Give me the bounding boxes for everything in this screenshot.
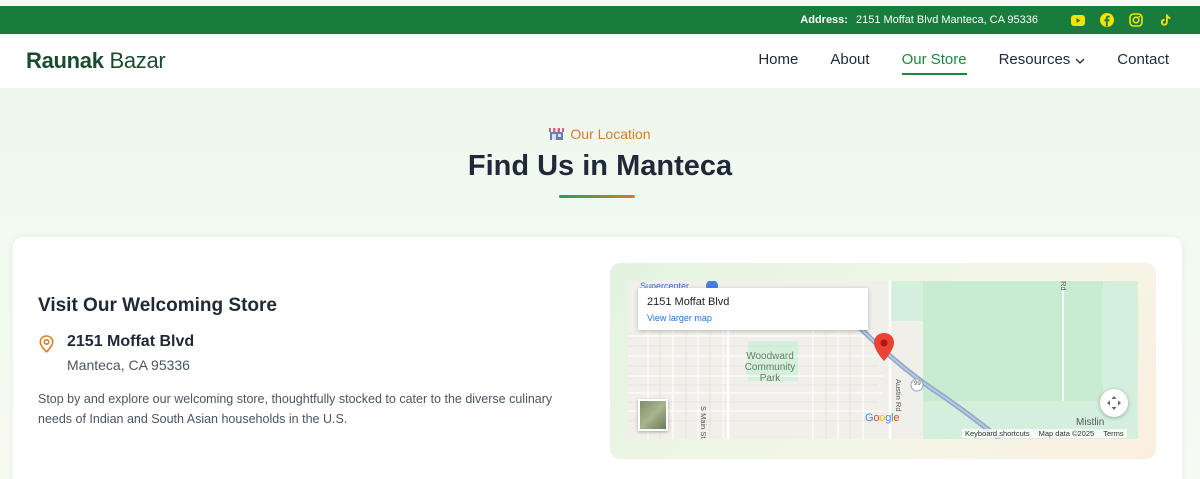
terms-link[interactable]: Terms	[1103, 429, 1123, 438]
nav-about[interactable]: About	[830, 51, 869, 68]
map-frame: Supercenter 2151 Moffat Blvd View larger…	[610, 263, 1156, 459]
store-card: Visit Our Welcoming Store 2151 Moffat Bl…	[13, 237, 1182, 479]
map-highway-number: 99	[914, 381, 921, 387]
location-section: Our Location Find Us in Manteca Visit Ou…	[0, 88, 1200, 479]
embedded-map[interactable]: Supercenter 2151 Moffat Blvd View larger…	[628, 281, 1138, 439]
nav-resources-label: Resources	[998, 51, 1071, 68]
nav-our-store[interactable]: Our Store	[901, 51, 967, 75]
map-attribution: Keyboard shortcuts Map data ©2025 Terms	[962, 429, 1127, 438]
main-nav: Home About Our Store Resources Contact	[758, 51, 1169, 75]
map-street-rd: Rd	[1059, 281, 1068, 291]
map-street-main: S Main St	[699, 406, 708, 439]
section-title: Find Us in Manteca	[467, 150, 733, 182]
address-value: 2151 Moffat Blvd Manteca, CA 95336	[855, 14, 1038, 26]
instagram-icon[interactable]	[1129, 13, 1143, 27]
store-description: Stop by and explore our welcoming store,…	[38, 392, 553, 426]
tiktok-icon[interactable]	[1158, 13, 1172, 27]
facebook-icon[interactable]	[1100, 13, 1114, 27]
youtube-icon[interactable]	[1071, 13, 1085, 27]
store-heading: Visit Our Welcoming Store	[38, 295, 277, 316]
location-pin-icon	[39, 335, 54, 358]
site-header: Raunak Bazar Home About Our Store Resour…	[0, 34, 1200, 88]
keyboard-shortcuts-link[interactable]: Keyboard shortcuts	[965, 429, 1030, 438]
top-info-bar: Address: 2151 Moffat Blvd Manteca, CA 95…	[0, 6, 1200, 34]
satellite-toggle[interactable]	[638, 399, 668, 431]
view-larger-map-link[interactable]: View larger map	[647, 313, 712, 323]
nav-resources[interactable]: Resources	[999, 51, 1086, 68]
map-park-label: Woodward Community Park	[744, 351, 796, 384]
store-icon	[549, 127, 565, 144]
map-info-title: 2151 Moffat Blvd	[647, 296, 730, 308]
chevron-down-icon	[1075, 51, 1085, 68]
map-data-label: Map data ©2025	[1038, 429, 1095, 438]
section-eyebrow: Our Location	[0, 126, 1200, 144]
google-logo: Google	[865, 412, 900, 424]
move-arrows-icon	[1107, 396, 1121, 410]
nav-contact[interactable]: Contact	[1117, 51, 1169, 68]
title-underline	[559, 195, 635, 198]
nav-home[interactable]: Home	[758, 51, 798, 68]
map-street-austin: Austin Rd	[894, 379, 903, 412]
site-logo[interactable]: Raunak Bazar	[26, 48, 166, 74]
store-street: 2151 Moffat Blvd	[67, 333, 195, 350]
address-label: Address:	[800, 14, 848, 26]
map-fullscreen-button[interactable]	[1100, 389, 1128, 417]
store-city: Manteca, CA 95336	[67, 357, 190, 373]
map-info-window: 2151 Moffat Blvd View larger map	[638, 288, 868, 330]
map-place-mistlin: Mistlin	[1076, 417, 1105, 428]
